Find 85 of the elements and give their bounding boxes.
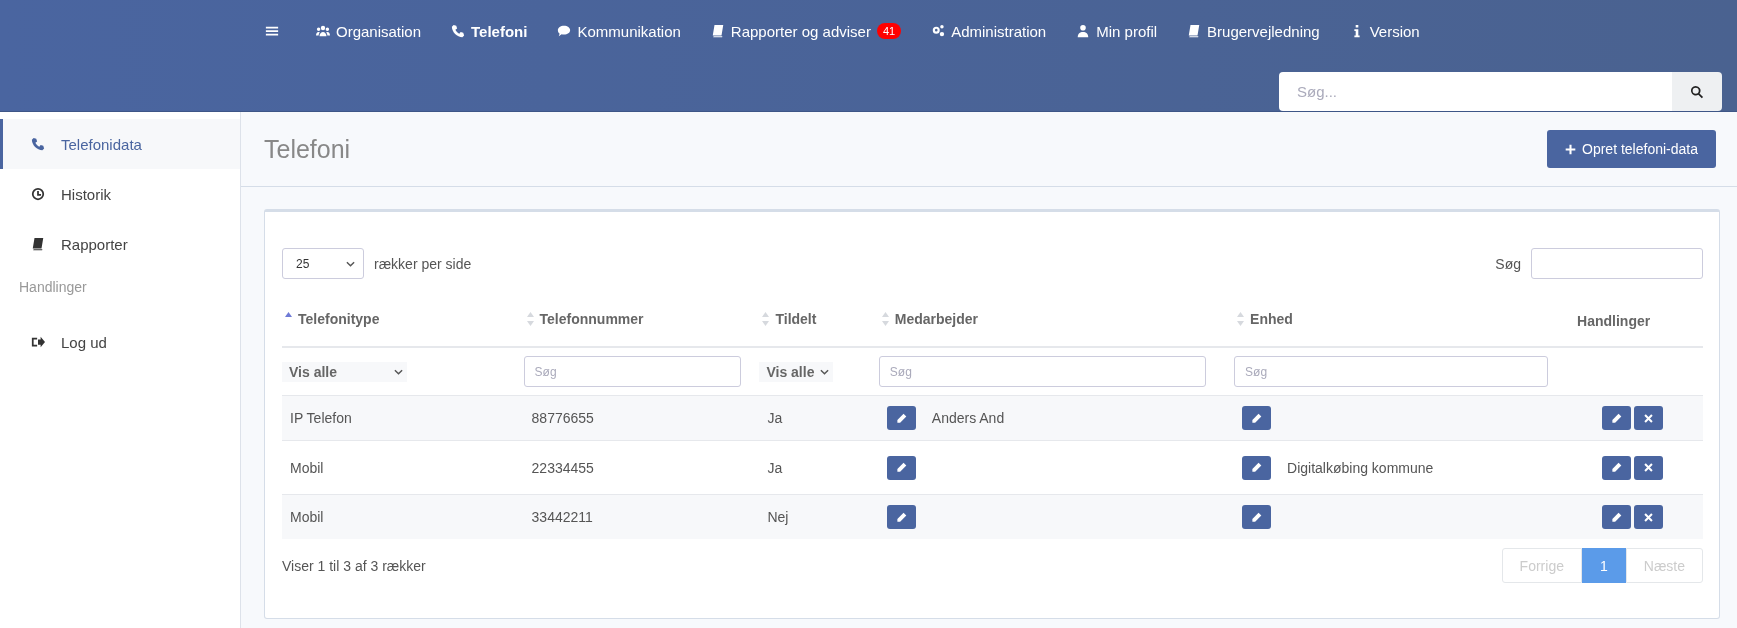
phone-icon (451, 24, 466, 38)
pencil-icon (1251, 511, 1263, 523)
book-icon (31, 237, 45, 251)
filter-field[interactable]: Søg (1234, 356, 1548, 387)
gears-icon (931, 24, 946, 38)
pencil-icon (895, 511, 907, 523)
close-icon (1643, 511, 1654, 523)
table-cell: Digitalkøbing kommune (1287, 459, 1434, 476)
search-icon (1690, 84, 1704, 99)
table-cell: Ja (767, 459, 783, 476)
filter-select[interactable]: Vis alle (759, 361, 834, 382)
nav-link[interactable]: Organisation (301, 22, 437, 40)
nav-link[interactable]: Kommunikation (542, 22, 696, 40)
table-cell: IP Telefon (290, 410, 352, 426)
user-icon (1076, 24, 1091, 38)
nav-link[interactable]: Min profil (1061, 22, 1173, 40)
pencil-icon (895, 412, 907, 424)
menu-icon (265, 24, 279, 38)
nav-link[interactable]: Telefoni (436, 22, 543, 40)
close-icon (1643, 412, 1654, 424)
sidebar-heading: Handlinger (18, 278, 88, 297)
search-field[interactable]: Søg... (1279, 72, 1672, 111)
book-icon (710, 24, 725, 38)
chevron-icon (346, 260, 355, 267)
page-size-label: rækker per side (374, 255, 472, 272)
table-info: Viser 1 til 3 af 3 rækker (282, 557, 426, 574)
sidebar-item[interactable]: Telefonidata (0, 119, 240, 169)
search-button[interactable] (1672, 72, 1722, 111)
edit-button[interactable] (1242, 406, 1272, 430)
pencil-icon (1251, 462, 1263, 473)
table-cell: 88776655 (531, 410, 594, 426)
column-header: Telefonnummer (539, 311, 644, 327)
logout-icon (31, 335, 45, 349)
column-header: Tildelt (775, 311, 817, 327)
chevron-icon (820, 368, 830, 375)
table-cell: Anders And (931, 410, 1005, 426)
page-size-select[interactable]: 25 (282, 248, 364, 279)
clock-icon (31, 187, 45, 201)
users-icon (316, 24, 330, 38)
plus-icon (1565, 143, 1577, 155)
table-cell: Mobil (290, 509, 324, 525)
filter-select[interactable]: Vis alle (282, 361, 407, 382)
close-icon (1643, 462, 1654, 473)
column-header: Handlinger (1577, 312, 1651, 329)
pencil-icon (1611, 511, 1622, 523)
edit-button[interactable] (1602, 455, 1631, 480)
table-cell: Mobil (290, 459, 324, 476)
edit-button[interactable] (886, 406, 916, 430)
sidebar-item[interactable]: Historik (0, 169, 240, 219)
delete-button[interactable] (1634, 455, 1663, 480)
pencil-icon (895, 462, 907, 473)
sidebar-item[interactable]: Log ud (0, 317, 240, 367)
nav-link[interactable]: Brugervejledning (1172, 22, 1335, 40)
delete-button[interactable] (1634, 406, 1663, 430)
column-header: Medarbejder (894, 311, 979, 327)
column-header: Telefonitype (298, 311, 380, 327)
pencil-icon (1251, 412, 1263, 424)
book-icon (1187, 24, 1202, 38)
filter-field[interactable]: Søg (878, 356, 1206, 387)
edit-button[interactable] (1242, 505, 1272, 529)
table-cell: 22334455 (531, 459, 594, 476)
edit-button[interactable] (886, 455, 916, 480)
nav-link[interactable]: Version (1334, 22, 1435, 40)
chevron-icon (394, 368, 403, 375)
search-label: Søg (1495, 255, 1521, 272)
filter-field[interactable]: Søg (523, 356, 741, 387)
edit-button[interactable] (886, 505, 916, 529)
table-cell: 33442211 (531, 509, 593, 525)
nav-link[interactable]: Administration (916, 22, 1062, 40)
table-cell: Nej (767, 509, 789, 525)
delete-button[interactable] (1634, 505, 1663, 529)
sidebar-item[interactable]: Rapporter (0, 219, 240, 269)
edit-button[interactable] (1602, 505, 1631, 529)
chat-icon (557, 24, 572, 38)
pencil-icon (1611, 412, 1622, 424)
column-header: Enhed (1250, 311, 1293, 327)
pencil-icon (1611, 462, 1622, 473)
create-button[interactable]: Opret telefoni-data (1547, 130, 1716, 168)
edit-button[interactable] (1602, 406, 1631, 430)
nav-link[interactable]: Rapporter og adviser 41 (695, 22, 917, 40)
page-title: Telefoni (264, 134, 351, 164)
phone-icon (31, 137, 45, 151)
table-cell: Ja (767, 410, 783, 426)
edit-button[interactable] (1242, 455, 1272, 480)
table-search-field[interactable] (1531, 248, 1703, 279)
